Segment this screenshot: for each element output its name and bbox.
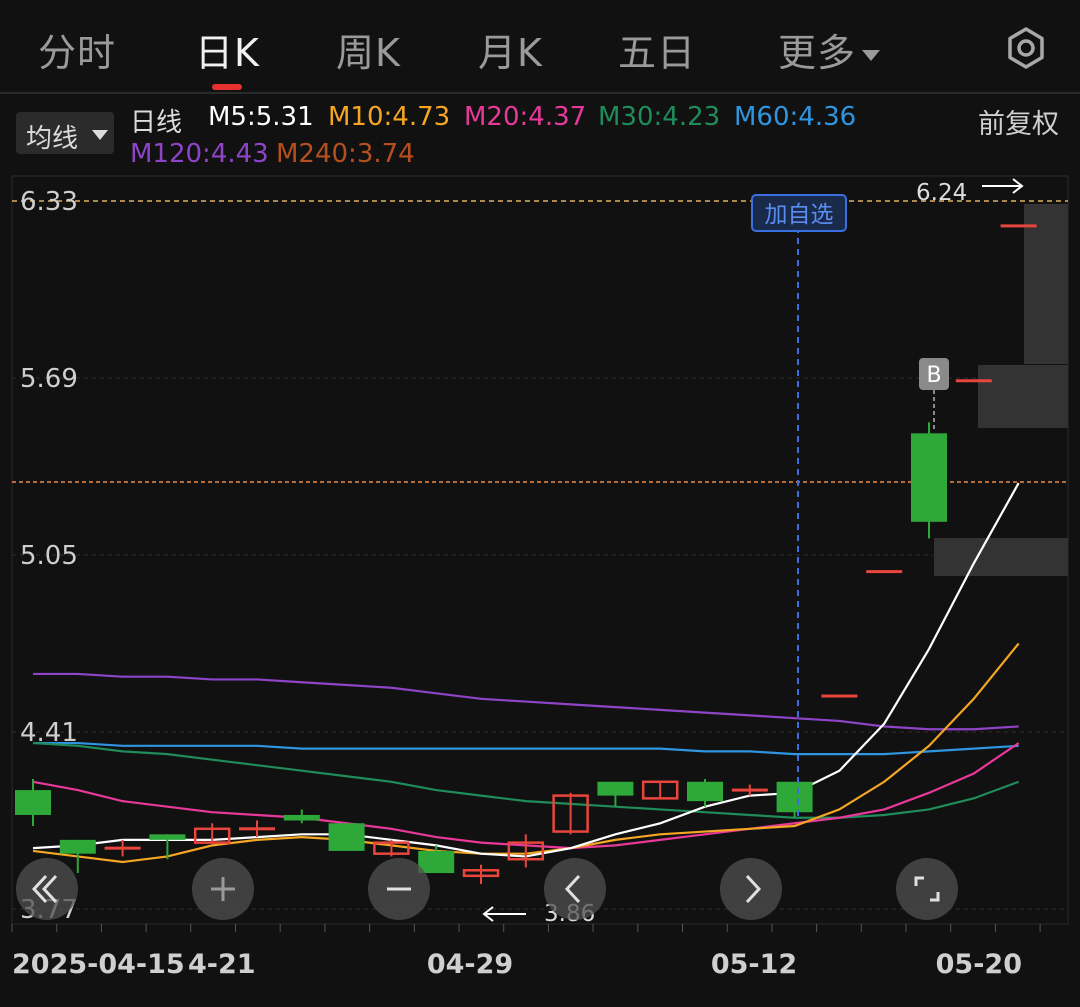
x-tick-label: 04-29 [427, 949, 513, 980]
y-tick-label: 5.05 [20, 541, 78, 571]
volume-profile-block [934, 538, 1068, 576]
ma-m30-value: M30:4.23 [598, 102, 721, 132]
fullscreen-icon [914, 876, 940, 902]
candle-body [731, 788, 768, 792]
chevron-right-icon [745, 874, 762, 904]
candle-body [104, 846, 141, 850]
tab-daily-k[interactable]: 日K [195, 22, 260, 77]
volume-profile-block [1024, 204, 1068, 364]
fullscreen-button[interactable] [896, 858, 958, 920]
tab-timeshare[interactable]: 分时 [38, 22, 116, 77]
x-tick-label: 05-12 [711, 949, 797, 980]
grid-lines [12, 377, 1068, 910]
candle-body [149, 834, 186, 840]
caret-down-icon [92, 130, 108, 140]
max-price-label: 6.24 [916, 180, 967, 206]
zoom-out-button[interactable] [368, 858, 430, 920]
candle-body [59, 839, 96, 854]
candle-body [15, 790, 51, 815]
y-tick-label: 6.33 [20, 187, 78, 217]
ma-m20-value: M20:4.37 [464, 102, 587, 132]
candle-body [328, 823, 365, 851]
y-tick-label: 4.41 [20, 718, 78, 748]
ma-m10-value: M10:4.73 [328, 102, 451, 132]
add-watchlist-tag[interactable]: 加自选 [751, 194, 847, 232]
gear-icon [1008, 27, 1044, 69]
tab-more[interactable]: 更多 [778, 22, 881, 77]
buy-marker[interactable]: B [919, 358, 949, 430]
moving-average-lines [32, 482, 1020, 864]
ma-m5-value: M5:5.31 [208, 102, 314, 132]
x-tick-label: 2025-04-15 [12, 949, 185, 980]
scroll-to-start-button[interactable] [16, 858, 78, 920]
buy-marker-label: B [926, 363, 941, 388]
adjust-mode-button[interactable]: 前复权 [978, 102, 1059, 141]
double-chevron-left-icon [31, 874, 58, 904]
tab-monthly-k[interactable]: 月K [478, 22, 543, 77]
candle-body [776, 781, 813, 813]
candle-body [687, 781, 723, 802]
ma-line-m20 [32, 742, 1020, 850]
scroll-left-button[interactable] [544, 858, 606, 920]
settings-button[interactable] [1004, 26, 1048, 70]
scroll-right-button[interactable] [720, 858, 782, 920]
tab-five-day[interactable]: 五日 [618, 22, 696, 77]
candle-body [1000, 224, 1037, 228]
ma-m120-value: M120:4.43 [130, 139, 269, 169]
x-tick-label: 05-20 [936, 949, 1022, 980]
x-tick-label: 4-21 [188, 949, 256, 980]
candle-body [283, 814, 320, 821]
tab-more-label: 更多 [778, 31, 857, 75]
candle-body [911, 433, 947, 522]
ma-line-m60 [33, 741, 1019, 756]
ma-line-m10 [32, 642, 1020, 864]
ma-line-m120 [33, 672, 1019, 731]
candle-body [821, 694, 858, 698]
ma-select-dropdown[interactable]: 均线 [16, 112, 114, 154]
active-tab-indicator [212, 84, 242, 90]
right-arrow-icon [982, 178, 1024, 194]
header-divider [0, 92, 1080, 94]
zoom-in-button[interactable] [192, 858, 254, 920]
caret-down-icon [862, 50, 881, 61]
plus-icon [211, 877, 235, 901]
chevron-left-icon [564, 874, 581, 904]
candle-body [866, 570, 903, 574]
candle-body [597, 781, 634, 796]
tab-weekly-k[interactable]: 周K [336, 22, 401, 77]
volume-profile-block [978, 365, 1068, 428]
period-label: 日线 [130, 108, 183, 138]
add-watchlist-label: 加自选 [765, 202, 834, 228]
kline-chart[interactable]: 6.335.695.054.413.77 2025-04-154-2104-29… [0, 168, 1080, 1003]
x-axis-ticks: 2025-04-15 4-21 04-29 05-12 05-20 [11, 924, 1041, 980]
minus-icon [387, 887, 411, 891]
candlesticks [15, 224, 1037, 885]
candle-body [239, 827, 275, 831]
period-tab-bar: 分时 日K 周K 月K 五日 更多 [0, 0, 1080, 92]
ma-select-label: 均线 [26, 124, 79, 154]
candle-body [955, 379, 992, 383]
ma-m240-value: M240:3.74 [276, 139, 415, 169]
ma-m60-value: M60:4.36 [734, 102, 857, 132]
y-tick-label: 5.69 [20, 364, 78, 394]
